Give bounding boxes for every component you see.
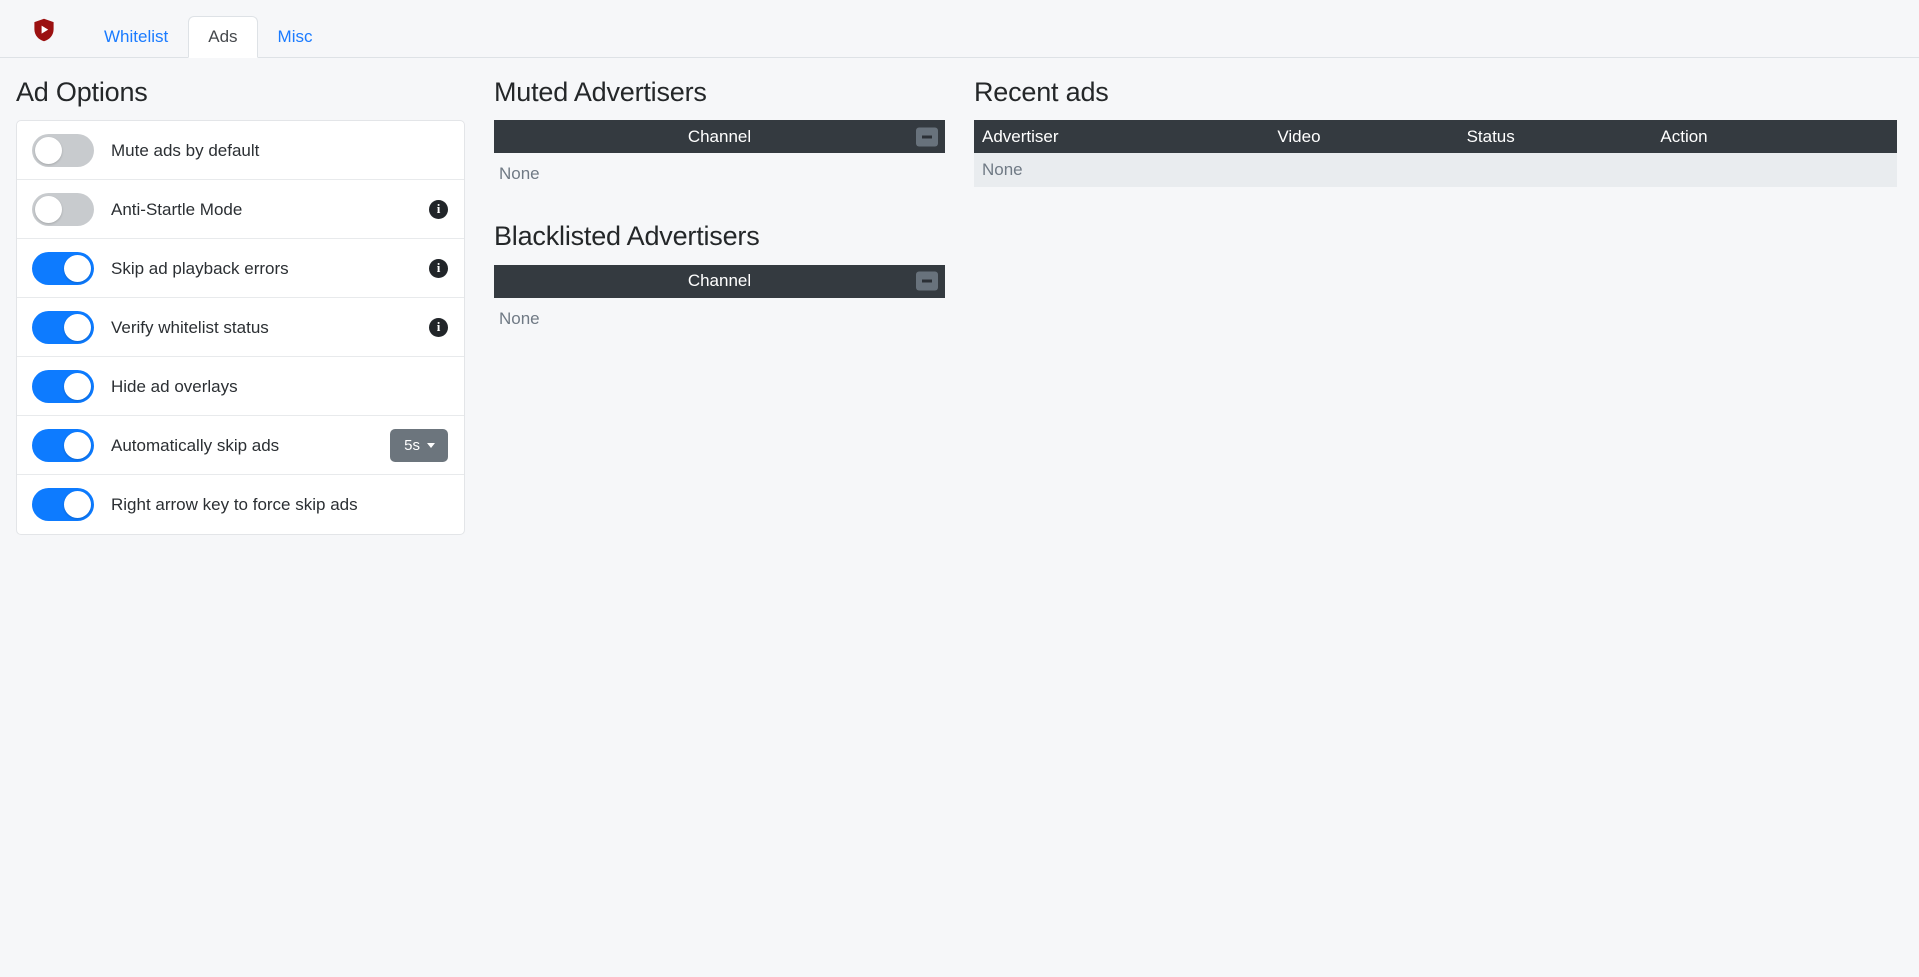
option-label: Verify whitelist status [111, 317, 269, 337]
column-header-status[interactable]: Status [1458, 120, 1653, 154]
option-row-automatically-skip-ads: Automatically skip ads 5s [17, 416, 464, 476]
option-row-mute-ads-by-default: Mute ads by default [17, 121, 464, 181]
option-row-right-arrow-force-skip: Right arrow key to force skip ads [17, 475, 464, 534]
blacklisted-advertisers-column-header: Channel [687, 271, 752, 291]
option-label: Skip ad playback errors [111, 258, 289, 278]
skip-delay-value: 5s [404, 436, 420, 454]
recent-ads-empty: None [974, 153, 1897, 188]
toggle-right-arrow-force-skip[interactable] [32, 488, 94, 522]
info-icon[interactable]: i [429, 199, 448, 219]
table-row: None [974, 153, 1897, 188]
toggle-knob [64, 431, 91, 459]
page-columns: Ad Options Mute ads by default Anti-Star… [0, 58, 1919, 536]
option-label: Right arrow key to force skip ads [111, 495, 358, 515]
info-icon-glyph: i [436, 201, 441, 217]
chevron-down-icon [427, 442, 435, 448]
info-icon[interactable]: i [429, 258, 448, 278]
info-icon-glyph: i [436, 260, 441, 276]
option-row-hide-ad-overlays: Hide ad overlays [17, 357, 464, 417]
column-header-video[interactable]: Video [1269, 120, 1459, 154]
tab-ads[interactable]: Ads [188, 16, 258, 58]
toggle-knob [64, 372, 91, 400]
toggle-automatically-skip-ads[interactable] [32, 428, 94, 462]
toggle-knob [64, 491, 91, 519]
recent-ads-table-body: None [974, 153, 1897, 188]
muted-advertisers-block: Muted Advertisers Channel None [494, 76, 974, 184]
tab-misc[interactable]: Misc [258, 16, 333, 58]
table-header-row: Advertiser Video Status Action [974, 120, 1897, 154]
skip-delay-dropdown[interactable]: 5s [390, 428, 448, 462]
blacklisted-advertisers-header: Channel [494, 264, 945, 298]
recent-ads-table-head: Advertiser Video Status Action [974, 120, 1897, 154]
recent-ads-table: Advertiser Video Status Action None [974, 120, 1897, 188]
toggle-hide-ad-overlays[interactable] [32, 369, 94, 403]
toggle-skip-ad-playback-errors[interactable] [32, 251, 94, 285]
minus-icon-glyph [922, 135, 932, 139]
muted-advertisers-empty: None [499, 164, 540, 184]
column-header-advertiser[interactable]: Advertiser [974, 120, 1270, 154]
option-label: Mute ads by default [111, 140, 260, 160]
ad-options-column: Ad Options Mute ads by default Anti-Star… [0, 58, 494, 536]
minus-icon[interactable] [916, 271, 938, 291]
blacklisted-advertisers-title: Blacklisted Advertisers [494, 221, 760, 252]
minus-icon-glyph [922, 279, 932, 283]
blacklisted-advertisers-block: Blacklisted Advertisers Channel None [494, 220, 974, 328]
ad-options-card: Mute ads by default Anti-Startle Mode i … [16, 120, 465, 536]
minus-icon[interactable] [916, 127, 938, 147]
toggle-knob [64, 313, 91, 341]
toggle-mute-ads-by-default[interactable] [32, 133, 94, 167]
option-label: Anti-Startle Mode [111, 199, 243, 219]
option-row-skip-ad-playback-errors: Skip ad playback errors i [17, 239, 464, 299]
advertiser-lists-column: Muted Advertisers Channel None Blacklist… [494, 58, 974, 365]
shield-play-icon [33, 18, 55, 42]
info-icon-glyph: i [436, 319, 441, 335]
option-row-anti-startle-mode: Anti-Startle Mode i [17, 180, 464, 240]
toggle-knob [35, 195, 62, 223]
toggle-anti-startle-mode[interactable] [32, 192, 94, 226]
muted-advertisers-column-header: Channel [687, 126, 752, 146]
toggle-verify-whitelist-status[interactable] [32, 310, 94, 344]
tab-whitelist[interactable]: Whitelist [84, 16, 188, 58]
option-label: Automatically skip ads [111, 435, 280, 455]
blacklisted-advertisers-empty: None [499, 308, 540, 328]
toggle-knob [64, 254, 91, 282]
tab-list: Whitelist Ads Misc [84, 16, 332, 58]
app-logo [22, 8, 66, 52]
info-icon[interactable]: i [429, 317, 448, 337]
column-header-action[interactable]: Action [1652, 120, 1897, 154]
recent-ads-column: Recent ads Advertiser Video Status Actio… [974, 58, 1919, 188]
muted-advertisers-title: Muted Advertisers [494, 77, 707, 107]
recent-ads-title: Recent ads [974, 77, 1109, 107]
muted-advertisers-header: Channel [494, 120, 945, 154]
toggle-knob [35, 136, 62, 164]
ad-options-title: Ad Options [16, 77, 148, 107]
top-tab-bar: Whitelist Ads Misc [0, 0, 1919, 58]
option-label: Hide ad overlays [111, 376, 238, 396]
option-row-verify-whitelist-status: Verify whitelist status i [17, 298, 464, 358]
